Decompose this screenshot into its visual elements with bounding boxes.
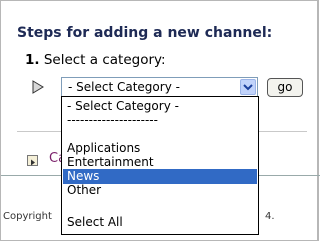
option-entertainment[interactable]: Entertainment [63, 155, 257, 170]
page-title: Steps for adding a new channel: [17, 25, 273, 41]
expand-icon[interactable] [27, 155, 38, 166]
option-blank-2[interactable] [63, 200, 257, 215]
go-button[interactable]: go [267, 78, 303, 97]
step-1: 1. Select a category: [25, 52, 166, 68]
category-dropdown-list[interactable]: - Select Category - --------------------… [61, 96, 259, 235]
option-blank[interactable] [63, 127, 257, 142]
play-arrow-icon [32, 80, 44, 94]
option-other[interactable]: Other [63, 183, 257, 198]
step-number: 1. [25, 52, 40, 68]
panel: Steps for adding a new channel: 1. Selec… [0, 0, 320, 241]
category-select[interactable]: - Select Category - [61, 77, 258, 97]
chevron-down-icon[interactable] [240, 79, 256, 95]
category-select-value: - Select Category - [68, 80, 180, 94]
copyright-text: Copyright [3, 211, 52, 222]
option-separator[interactable]: --------------------- [63, 113, 257, 128]
option-select-category[interactable]: - Select Category - [63, 99, 257, 114]
option-applications[interactable]: Applications [63, 141, 257, 156]
option-news[interactable]: News [63, 169, 257, 184]
option-select-all[interactable]: Select All [63, 215, 257, 230]
step-label: Select a category: [43, 52, 166, 68]
copyright-year: 4. [265, 211, 275, 222]
